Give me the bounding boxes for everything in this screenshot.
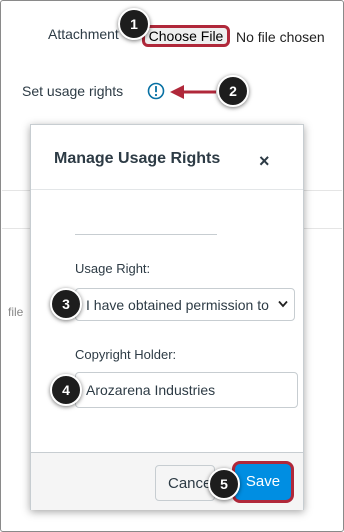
callout-marker: 5 bbox=[208, 468, 240, 500]
save-button[interactable]: Save bbox=[232, 461, 294, 503]
callout-marker: 4 bbox=[50, 374, 82, 406]
copyright-holder-label: Copyright Holder: bbox=[75, 347, 177, 362]
usage-right-select[interactable]: I have obtained permission to bbox=[75, 288, 295, 321]
usage-right-label: Usage Right: bbox=[75, 261, 151, 276]
background-divider bbox=[302, 190, 342, 191]
background-divider bbox=[2, 190, 30, 191]
choose-file-button[interactable]: Choose File bbox=[142, 25, 230, 47]
background-divider bbox=[2, 228, 30, 229]
close-icon[interactable]: × bbox=[259, 151, 270, 172]
set-usage-rights-label: Set usage rights bbox=[22, 83, 124, 99]
background-divider bbox=[302, 228, 342, 229]
background-file-text: file bbox=[8, 305, 24, 319]
dialog-footer: Cancel Save bbox=[31, 452, 303, 510]
separator-line bbox=[75, 234, 217, 235]
warning-circle-icon[interactable] bbox=[147, 82, 165, 100]
dialog-title: Manage Usage Rights bbox=[54, 150, 221, 167]
callout-marker: 2 bbox=[217, 75, 249, 107]
callout-marker: 3 bbox=[50, 288, 82, 320]
no-file-chosen-text: No file chosen bbox=[236, 29, 325, 45]
chevron-down-icon bbox=[278, 300, 288, 308]
arrow-left-icon bbox=[170, 85, 216, 99]
cancel-button[interactable]: Cancel bbox=[155, 465, 215, 501]
usage-right-selected-value: I have obtained permission to bbox=[86, 297, 269, 313]
dialog-header-divider bbox=[31, 189, 303, 190]
attachment-label: Attachment bbox=[48, 26, 119, 42]
copyright-holder-input[interactable]: Arozarena Industries bbox=[75, 372, 298, 408]
callout-marker: 1 bbox=[118, 8, 150, 40]
